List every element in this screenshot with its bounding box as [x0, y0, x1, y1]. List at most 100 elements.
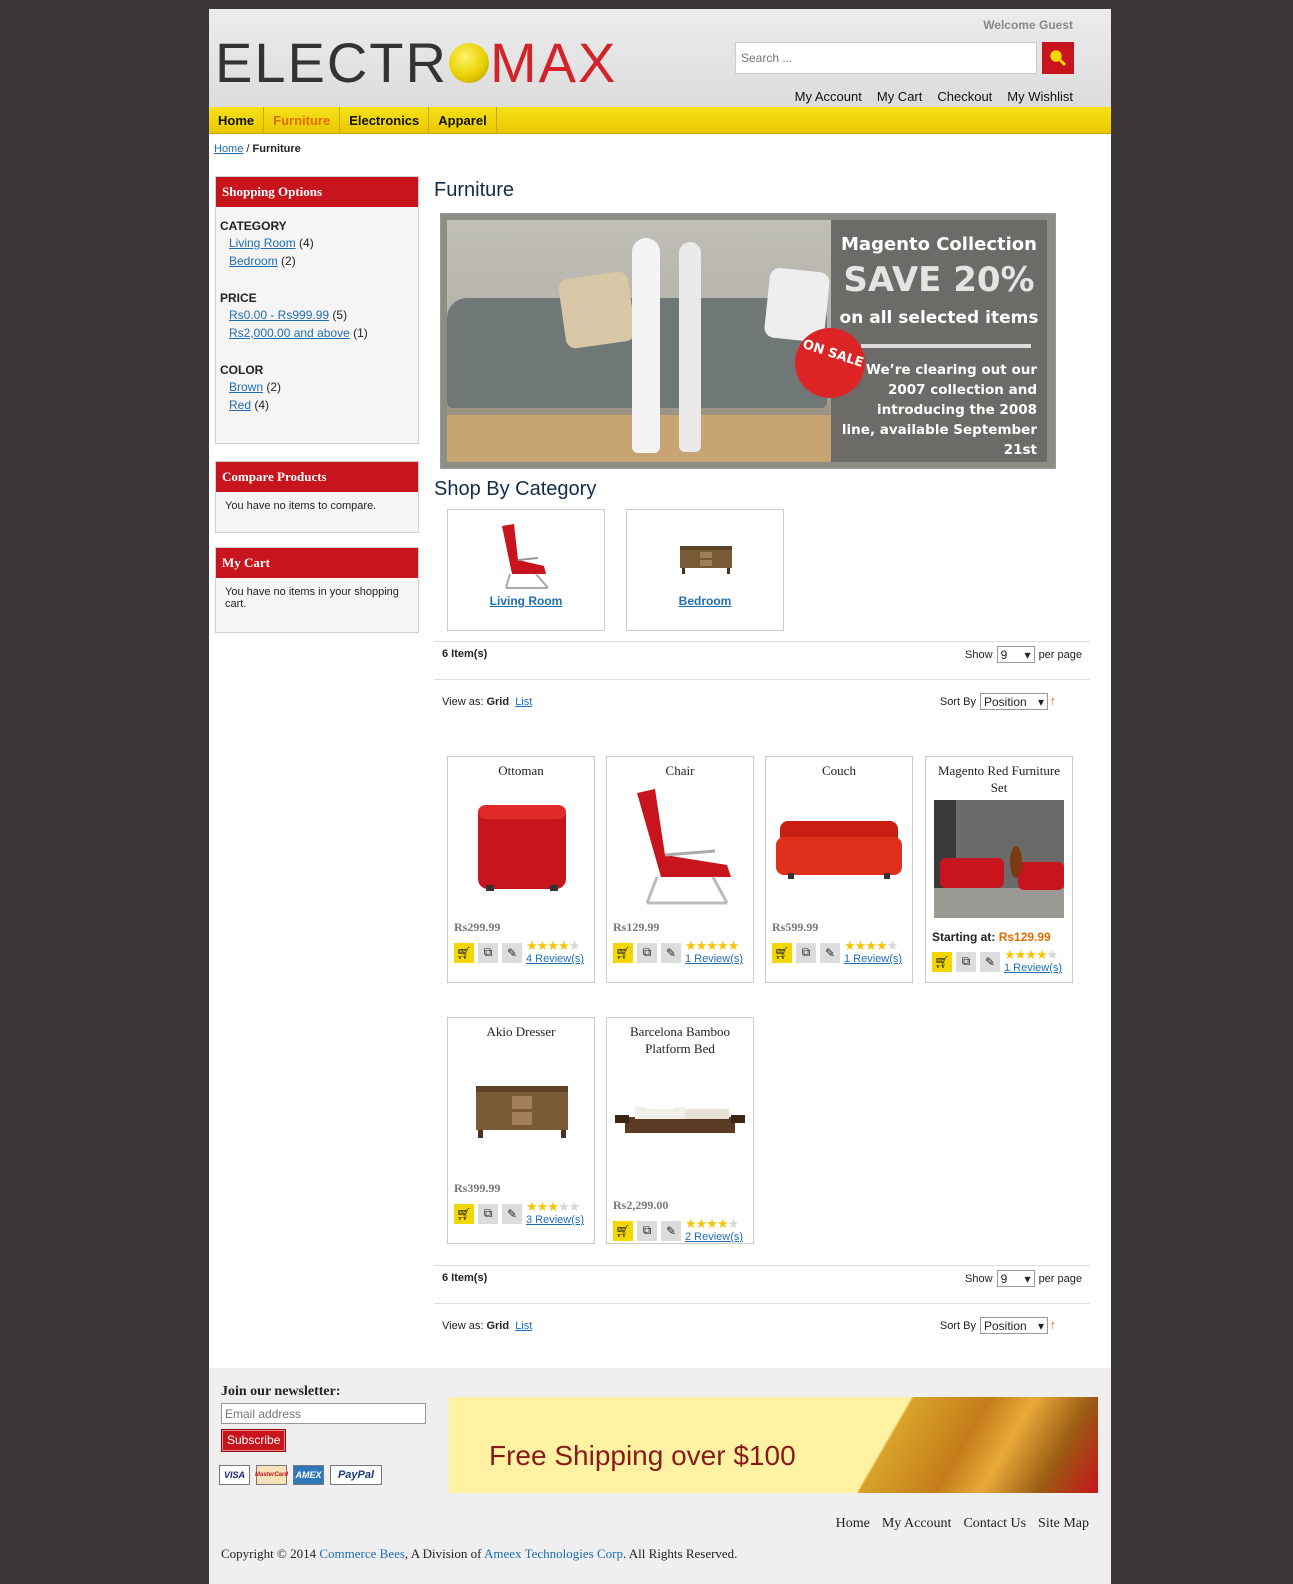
filter-count: (2) [281, 254, 296, 268]
sort-by-select[interactable]: Position ▾ [980, 693, 1048, 710]
checkout-link[interactable]: Checkout [937, 89, 992, 104]
filter-bedroom-link[interactable]: Bedroom [229, 254, 278, 268]
nav-item-electronics[interactable]: Electronics [340, 107, 430, 134]
product-price: Rs129.99 [613, 920, 660, 934]
nav-item-apparel[interactable]: Apparel [429, 107, 497, 134]
main-nav: Home Furniture Electronics Apparel [209, 107, 1111, 134]
breadcrumb-home-link[interactable]: Home [214, 143, 243, 155]
per-page-select[interactable]: 9 ▾ [996, 1270, 1035, 1287]
product-image-couch[interactable] [774, 785, 904, 910]
add-review-button[interactable]: ✎ [502, 942, 522, 963]
reviews-link[interactable]: 1 Review(s) [685, 953, 743, 965]
reviews-link[interactable]: 1 Review(s) [844, 953, 902, 965]
footer-site-map-link[interactable]: Site Map [1038, 1516, 1089, 1532]
add-to-cart-button[interactable]: 🛒︎ [772, 942, 792, 963]
footer: Join our newsletter: Subscribe VISA Mast… [209, 1368, 1111, 1584]
category-tile-living-room[interactable]: Living Room [447, 509, 605, 631]
sort-direction-icon[interactable]: ↑ [1050, 1317, 1057, 1332]
footer-my-account-link[interactable]: My Account [882, 1516, 952, 1532]
logo[interactable]: ELECTR MAX [215, 35, 617, 91]
sort-by-value: Position [984, 1318, 1027, 1333]
product-name-link[interactable]: Magento Red Furniture Set [926, 757, 1072, 796]
free-shipping-banner[interactable]: Free Shipping over $100 [449, 1397, 1098, 1493]
category-bedroom-link[interactable]: Bedroom [627, 594, 783, 608]
add-to-cart-button[interactable]: 🛒︎ [454, 942, 474, 963]
filter-price-low-link[interactable]: Rs0.00 - Rs999.99 [229, 308, 329, 322]
product-image-furniture-set[interactable] [934, 800, 1064, 918]
shopping-options-block: Shopping Options CATEGORY Living Room (4… [215, 176, 419, 444]
top-links: My Account My Cart Checkout My Wishlist [795, 89, 1073, 104]
sort-direction-icon[interactable]: ↑ [1050, 693, 1057, 708]
product-name-link[interactable]: Couch [766, 757, 912, 779]
add-to-cart-button[interactable]: 🛒︎ [454, 1203, 474, 1224]
product-name-link[interactable]: Chair [607, 757, 753, 779]
add-to-compare-button[interactable]: ⧉ [478, 1203, 498, 1224]
search-button[interactable] [1042, 42, 1074, 74]
banner-text-panel: Magento Collection SAVE 20% on all selec… [831, 220, 1047, 462]
product-image-bamboo-bed[interactable] [615, 1063, 745, 1188]
add-to-cart-button[interactable]: 🛒︎ [932, 951, 952, 972]
reviews-link[interactable]: 3 Review(s) [526, 1214, 584, 1226]
footer-contact-us-link[interactable]: Contact Us [963, 1516, 1026, 1532]
add-review-button[interactable]: ✎ [502, 1203, 522, 1224]
compare-products-text: You have no items to compare. [225, 500, 377, 512]
cart-icon: 🛒︎ [456, 1206, 472, 1221]
add-to-compare-button[interactable]: ⧉ [956, 951, 976, 972]
product-image-akio-dresser[interactable] [456, 1046, 586, 1171]
my-wishlist-link[interactable]: My Wishlist [1007, 89, 1073, 104]
ameex-link[interactable]: Ameex Technologies Corp [484, 1546, 623, 1561]
add-to-compare-button[interactable]: ⧉ [637, 942, 657, 963]
breadcrumb: Home / Furniture [214, 143, 301, 155]
filter-red-link[interactable]: Red [229, 398, 251, 412]
show-label: Show [965, 1272, 993, 1285]
category-living-room-link[interactable]: Living Room [448, 594, 604, 608]
newsletter-email-input[interactable] [221, 1403, 426, 1424]
category-tile-bedroom[interactable]: Bedroom [626, 509, 784, 631]
cart-icon: 🛒︎ [456, 945, 472, 960]
filter-count: (2) [266, 380, 282, 394]
commerce-bees-link[interactable]: Commerce Bees [319, 1546, 405, 1561]
add-to-compare-button[interactable]: ⧉ [637, 1220, 657, 1241]
per-page-select[interactable]: 9 ▾ [996, 646, 1035, 663]
product-name-link[interactable]: Akio Dresser [448, 1018, 594, 1040]
add-review-button[interactable]: ✎ [980, 951, 1000, 972]
view-list-link[interactable]: List [515, 696, 532, 708]
pencil-icon: ✎ [506, 1206, 518, 1221]
filter-brown-link[interactable]: Brown [229, 380, 263, 394]
reviews-link[interactable]: 4 Review(s) [526, 953, 584, 965]
my-cart-link[interactable]: My Cart [877, 89, 923, 104]
search-input[interactable] [735, 42, 1037, 74]
product-price: Rs599.99 [772, 920, 819, 934]
per-page-value: 9 [1000, 647, 1008, 662]
product-name-link[interactable]: Ottoman [448, 757, 594, 779]
chair-image [502, 524, 549, 589]
nav-item-home[interactable]: Home [209, 107, 265, 134]
nav-item-furniture[interactable]: Furniture [264, 107, 341, 134]
product-image-ottoman[interactable] [456, 785, 586, 910]
product-name-link[interactable]: Barcelona Bamboo Platform Bed [607, 1018, 753, 1057]
add-to-cart-button[interactable]: 🛒︎ [613, 942, 633, 963]
add-to-compare-button[interactable]: ⧉ [796, 942, 816, 963]
add-to-cart-button[interactable]: 🛒︎ [613, 1220, 633, 1241]
add-to-compare-button[interactable]: ⧉ [478, 942, 498, 963]
my-account-link[interactable]: My Account [795, 89, 862, 104]
reviews-link[interactable]: 2 Review(s) [685, 1231, 743, 1243]
subscribe-button[interactable]: Subscribe [221, 1429, 287, 1452]
promo-banner[interactable]: Magento Collection SAVE 20% on all selec… [440, 213, 1056, 469]
filter-option: Rs2,000.00 and above (1) [220, 326, 414, 341]
reviews-link[interactable]: 1 Review(s) [1004, 962, 1062, 974]
add-review-button[interactable]: ✎ [661, 1220, 681, 1241]
product-image-chair[interactable] [615, 785, 745, 910]
add-review-button[interactable]: ✎ [661, 942, 681, 963]
mastercard-icon: MasterCard [255, 1465, 288, 1485]
shipping-banner-art [858, 1397, 1098, 1493]
sort-by-select[interactable]: Position ▾ [980, 1317, 1048, 1334]
add-review-button[interactable]: ✎ [820, 942, 840, 963]
price-prefix: Starting at: [932, 930, 996, 944]
filter-living-room-link[interactable]: Living Room [229, 236, 296, 250]
filter-price-high-link[interactable]: Rs2,000.00 and above [229, 326, 350, 340]
product-chair: Chair Rs129.99 🛒︎ ⧉ ✎ ★★★★★ 1 Review(s) [606, 756, 754, 983]
view-list-link[interactable]: List [515, 1320, 532, 1332]
pencil-icon: ✎ [824, 945, 836, 960]
footer-home-link[interactable]: Home [836, 1516, 870, 1532]
